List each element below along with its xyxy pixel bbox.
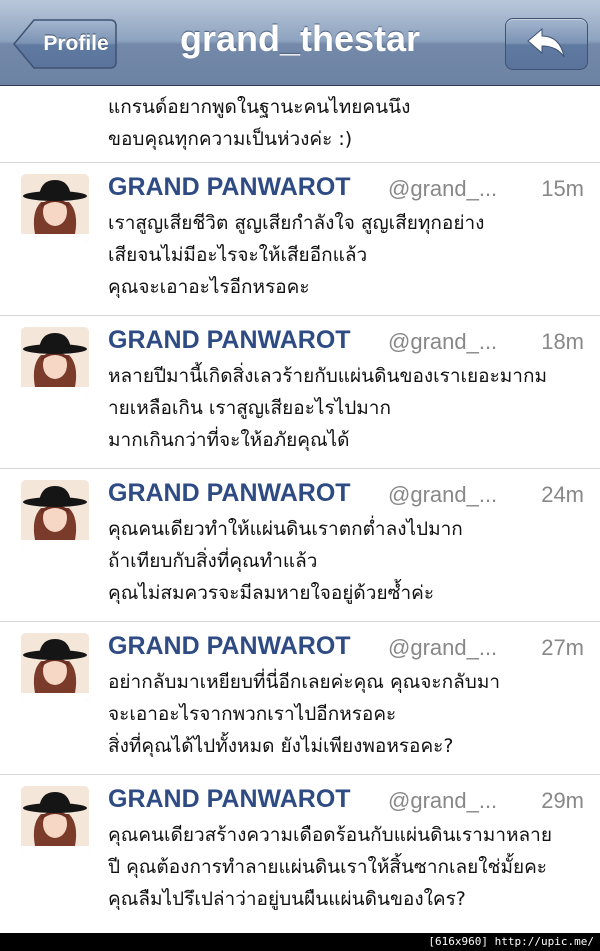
tweet-text: คุณคนเดียวสร้างความเดือดร้อนกับแผ่นดินเร… xyxy=(108,819,552,915)
tweet-text: แกรนด์อยากพูดในฐานะคนไทยคนนึง ขอบคุณทุกค… xyxy=(108,91,410,155)
tweet-text-line: ถ้าเทียบกับสิ่งที่คุณทำแล้ว xyxy=(108,550,318,572)
avatar-photo xyxy=(21,786,89,854)
tweet-text-line: แกรนด์อยากพูดในฐานะคนไทยคนนึง xyxy=(108,96,411,118)
tweet-text: คุณคนเดียวทำให้แผ่นดินเราตกต่ำลงไปมาก ถ้… xyxy=(108,513,463,609)
tweet-timestamp: 27m xyxy=(541,635,584,660)
tweet-row[interactable]: GRAND PANWAROT @grand_... 27m อย่ากลับมา… xyxy=(0,622,600,775)
avatar[interactable] xyxy=(21,327,89,395)
tweet-text-line: ายเหลือเกิน เราสูญเสียอะไรไปมาก xyxy=(108,397,391,419)
tweet-text-line: คุณคนเดียวสร้างความเดือดร้อนกับแผ่นดินเร… xyxy=(108,824,552,846)
reply-arrow-icon xyxy=(527,27,565,58)
tweet-timestamp: 18m xyxy=(541,329,584,354)
avatar-photo xyxy=(21,633,89,701)
tweet-text-line: คุณคนเดียวทำให้แผ่นดินเราตกต่ำลงไปมาก xyxy=(108,518,463,540)
tweet-text: อย่ากลับมาเหยียบที่นี่อีกเลยค่ะคุณ คุณจะ… xyxy=(108,666,500,762)
tweet-text-line: คุณไม่สมควรจะมีลมหายใจอยู่ด้วยซ้ำค่ะ xyxy=(108,582,435,604)
avatar[interactable] xyxy=(21,786,89,854)
tweet-row[interactable]: GRAND PANWAROT @grand_... 24m คุณคนเดียว… xyxy=(0,469,600,622)
tweet-text-line: ขอบคุณทุกความเป็นห่วงค่ะ :) xyxy=(108,128,353,150)
tweet-author-name: GRAND PANWAROT xyxy=(108,173,351,201)
tweet-author-handle: @grand_... xyxy=(388,788,498,813)
tweet-row[interactable]: GRAND PANWAROT @grand_... 18m หลายปีมานี… xyxy=(0,316,600,469)
tweet-timestamp: 15m xyxy=(541,176,584,201)
tweet-row[interactable]: GRAND PANWAROT @grand_... 15m เราสูญเสีย… xyxy=(0,163,600,316)
tweet-text: หลายปีมานี้เกิดสิ่งเลวร้ายกับแผ่นดินของเ… xyxy=(108,360,547,456)
avatar[interactable] xyxy=(21,174,89,242)
tweet-author-handle: @grand_... xyxy=(388,176,498,201)
navigation-bar: Profile grand_thestar xyxy=(0,0,600,86)
tweet-author-handle: @grand_... xyxy=(388,329,498,354)
image-watermark: [616x960] http://upic.me/ xyxy=(0,933,600,951)
tweet-text: เราสูญเสียชีวิต สูญเสียกำลังใจ สูญเสียทุ… xyxy=(108,207,484,303)
tweet-author-name: GRAND PANWAROT xyxy=(108,326,351,354)
tweet-text-line: มากเกินกว่าที่จะให้อภัยคุณได้ xyxy=(108,429,350,451)
tweet-timestamp: 24m xyxy=(541,482,584,507)
tweet-partial[interactable]: แกรนด์อยากพูดในฐานะคนไทยคนนึง ขอบคุณทุกค… xyxy=(0,87,600,163)
tweet-row[interactable]: GRAND PANWAROT @grand_... 29m คุณคนเดียว… xyxy=(0,775,600,933)
tweet-author-handle: @grand_... xyxy=(388,635,498,660)
avatar-photo xyxy=(21,327,89,395)
tweet-text-line: หลายปีมานี้เกิดสิ่งเลวร้ายกับแผ่นดินของเ… xyxy=(108,365,548,387)
tweet-author-handle: @grand_... xyxy=(388,482,498,507)
tweet-text-line: เสียจนไม่มีอะไรจะให้เสียอีกแล้ว xyxy=(108,244,368,266)
tweet-text-line: สิ่งที่คุณได้ไปทั้งหมด ยังไม่เพียงพอหรอค… xyxy=(108,735,454,757)
tweet-timestamp: 29m xyxy=(541,788,584,813)
tweet-text-line: อย่ากลับมาเหยียบที่นี่อีกเลยค่ะคุณ คุณจะ… xyxy=(108,671,501,693)
tweet-author-name: GRAND PANWAROT xyxy=(108,785,351,813)
avatar-photo xyxy=(21,480,89,548)
tweet-text-line: จะเอาอะไรจากพวกเราไปอีกหรอคะ xyxy=(108,703,397,725)
reply-button[interactable] xyxy=(505,18,588,70)
tweet-text-line: ปี คุณต้องการทำลายแผ่นดินเราให้สิ้นซากเล… xyxy=(108,856,548,878)
tweet-text-line: เราสูญเสียชีวิต สูญเสียกำลังใจ สูญเสียทุ… xyxy=(108,212,485,234)
avatar[interactable] xyxy=(21,480,89,548)
tweet-text-line: คุณจะเอาอะไรอีกหรอคะ xyxy=(108,276,310,298)
avatar[interactable] xyxy=(21,633,89,701)
tweet-author-name: GRAND PANWAROT xyxy=(108,479,351,507)
tweet-text-line: คุณลืมไปรึเปล่าว่าอยู่บนผืนแผ่นดินของใคร… xyxy=(108,888,466,910)
avatar-photo xyxy=(21,174,89,242)
tweet-author-name: GRAND PANWAROT xyxy=(108,632,351,660)
